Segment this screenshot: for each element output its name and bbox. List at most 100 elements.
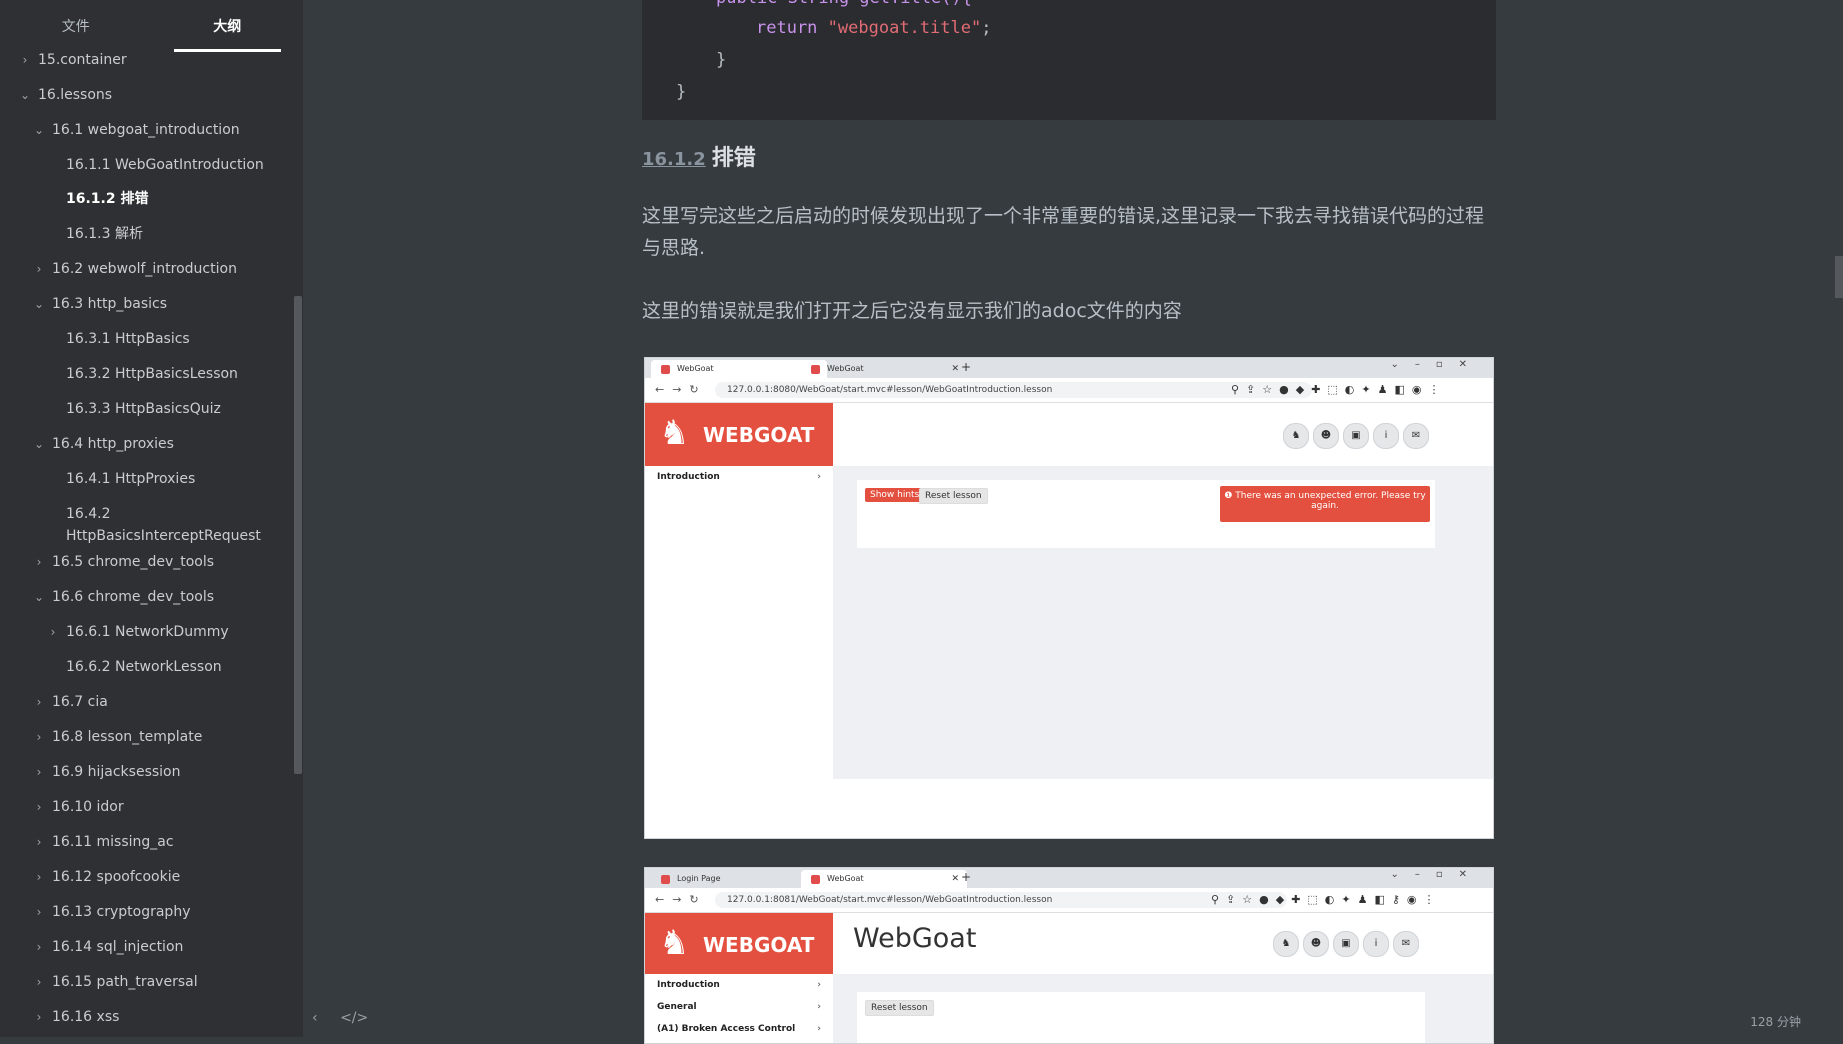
tab-outline[interactable]: 大纲 [152, 0, 304, 52]
outline-item-label: HttpBasicsInterceptRequest [66, 528, 261, 544]
webgoat-title: WebGoat [853, 923, 977, 954]
webgoat-topbar: WebGoat ♞ ☻ ▣ i ✉ [833, 913, 1493, 974]
outline-item-label: 16.11 missing_ac [52, 834, 174, 850]
webgoat-favicon-icon [661, 875, 670, 884]
paragraph: 这里写完这些之后启动的时候发现出现了一个非常重要的错误,这里记录一下我去寻找错误… [642, 205, 1485, 259]
chevron-down-icon[interactable]: ⌄ [34, 120, 44, 140]
close-icon: ✕ [951, 364, 959, 374]
outline-sidebar: 文件 大纲 › 15.container ⌄ 16.lessons ⌄ 16.1 webg… [0, 0, 303, 1037]
chevron-right-icon[interactable]: › [34, 832, 44, 852]
outline-item-label: 16.6.1 NetworkDummy [66, 624, 229, 640]
chevron-right-icon[interactable]: › [34, 692, 44, 712]
window-controls: ⌄–▫✕ [1390, 359, 1483, 370]
browser-tab-label: WebGoat [677, 364, 714, 373]
outline-item-label: 16.12 spoofcookie [52, 869, 181, 885]
image-icon: ▣ [1333, 931, 1359, 957]
word-count: 128 分钟 [1750, 1015, 1801, 1029]
close-icon: ✕ [951, 874, 959, 884]
outline-item-label: 16.6.2 NetworkLesson [66, 659, 222, 675]
lesson-menu: Introduction General (A1) Broken Access … [645, 974, 833, 1043]
paragraph: 这里的错误就是我们打开之后它没有显示我们的adoc文件的内容 [642, 300, 1182, 322]
webgoat-favicon-icon [661, 365, 670, 374]
outline-item-label: 16.3 http_basics [52, 296, 168, 312]
nav-arrows-icon: ←→↻ [655, 383, 707, 396]
chevron-right-icon[interactable]: › [34, 727, 44, 747]
reset-lesson-button: Reset lesson [919, 488, 988, 504]
outline-item-label: 16.16 xss [52, 1009, 120, 1025]
chevron-down-icon[interactable]: ⌄ [34, 294, 44, 314]
heading-text: 排错 [711, 146, 756, 171]
error-text: There was an unexpected error. Please tr… [1235, 491, 1426, 511]
logo-text: WEBGOAT [703, 423, 815, 447]
chevron-right-icon[interactable]: › [34, 762, 44, 782]
browser-tab: WebGoat ✕ [801, 360, 967, 378]
outline-item-label: 16.1.3 解析 [66, 226, 143, 242]
chevron-right-icon[interactable]: › [34, 937, 44, 957]
outline-tree: › 15.container ⌄ 16.lessons ⌄ 16.1 webgoat_in… [0, 52, 296, 1037]
chevron-left-icon[interactable]: ‹ [312, 1010, 318, 1026]
outline-item-label: 16.1.1 WebGoatIntroduction [66, 157, 264, 173]
chevron-down-icon[interactable]: ⌄ [34, 434, 44, 454]
browser-extension-icons: ⚲⇪☆●◆✚⬚◐✦♟◧⚷◉⋮ [1211, 893, 1442, 906]
outline-item-label: 16.5 chrome_dev_tools [52, 554, 215, 570]
outline-item-label: 16.15 path_traversal [52, 974, 198, 990]
outline-item-label: 16.4.2 [66, 506, 111, 522]
outline-item-label: 15.container [38, 52, 127, 68]
plus-icon: + [961, 360, 972, 374]
info-icon: i [1363, 931, 1389, 957]
sidebar-footer: ‹ </> [312, 1010, 386, 1026]
outline-item-label: 16.2 webwolf_introduction [52, 261, 237, 277]
outline-item-label: 16.3.2 HttpBasicsLesson [66, 366, 238, 382]
screenshot-image: WebGoat ✕ WebGoat ✕ + ⌄–▫✕ ←→↻ 127.0.0.1:8… [644, 357, 1494, 839]
chevron-right-icon[interactable]: › [34, 797, 44, 817]
alert-icon: ❶ [1224, 491, 1236, 501]
goat-icon: ♞ [1273, 931, 1299, 957]
chevron-right-icon[interactable]: › [34, 552, 44, 572]
outline-item-label: 16.1 webgoat_introduction [52, 122, 240, 138]
editor-scrollbar[interactable] [1835, 256, 1843, 298]
error-alert: ❶ There was an unexpected error. Please … [1220, 486, 1430, 522]
webgoat-logo: ♞ WEBGOAT [645, 403, 833, 466]
sidebar-scrollbar[interactable] [294, 296, 302, 774]
outline-item-label: 16.13 cryptography [52, 904, 191, 920]
menu-item: General [645, 996, 833, 1018]
outline-item-label: 16.3.3 HttpBasicsQuiz [66, 401, 221, 417]
outline-item-label: 16.lessons [38, 87, 113, 103]
code-return-string: "webgoat.title" [827, 18, 982, 38]
browser-address-bar: ←→↻ 127.0.0.1:8080/WebGoat/start.mvc#les… [645, 378, 1493, 403]
chevron-down-icon[interactable]: ⌄ [34, 587, 44, 607]
chevron-down-icon[interactable]: ⌄ [20, 85, 30, 105]
info-icon: i [1373, 423, 1399, 449]
chevron-right-icon[interactable]: › [34, 1007, 44, 1027]
heading-number[interactable]: 16.1.2 [642, 149, 706, 170]
webgoat-logo: ♞ WEBGOAT [645, 913, 833, 974]
user-icon: ☻ [1303, 931, 1329, 957]
nav-arrows-icon: ←→↻ [655, 893, 707, 906]
outline-item-label: 16.6 chrome_dev_tools [52, 589, 215, 605]
plus-icon: + [961, 870, 972, 884]
browser-address-bar: ←→↻ 127.0.0.1:8081/WebGoat/start.mvc#les… [645, 888, 1493, 913]
code-icon[interactable]: </> [340, 1010, 368, 1026]
chevron-right-icon[interactable]: › [34, 259, 44, 279]
chevron-right-icon[interactable]: › [34, 972, 44, 992]
lesson-panel: Reset lesson [857, 992, 1425, 1043]
code-block[interactable]: public String getTitle(){ return "webgoa… [642, 0, 1496, 120]
tab-files[interactable]: 文件 [0, 0, 152, 52]
window-controls: ⌄–▫✕ [1390, 869, 1483, 880]
webgoat-favicon-icon [811, 365, 820, 374]
code-semicolon: ; [981, 18, 992, 38]
outline-item-label: 16.4 http_proxies [52, 436, 174, 452]
chevron-right-icon[interactable]: › [48, 622, 58, 642]
outline-item-label: 16.7 cia [52, 694, 108, 710]
chevron-right-icon[interactable]: › [20, 52, 30, 70]
browser-extension-icons: ⚲⇪☆●◆✚⬚◐✦♟◧◉⋮ [1231, 383, 1447, 396]
outline-item-label: 16.14 sql_injection [52, 939, 184, 955]
section-heading: 16.1.2 排错 [642, 140, 756, 172]
menu-item: Introduction [645, 466, 833, 488]
goat-icon: ♞ [659, 413, 690, 453]
browser-tabbar: Login Page ✕ WebGoat ✕ + ⌄–▫✕ [645, 868, 1493, 888]
code-line-signature: public String getTitle(){ [716, 0, 972, 8]
chevron-right-icon[interactable]: › [34, 902, 44, 922]
chevron-right-icon[interactable]: › [34, 867, 44, 887]
webgoat-topbar: ♞ ☻ ▣ i ✉ [833, 403, 1493, 466]
